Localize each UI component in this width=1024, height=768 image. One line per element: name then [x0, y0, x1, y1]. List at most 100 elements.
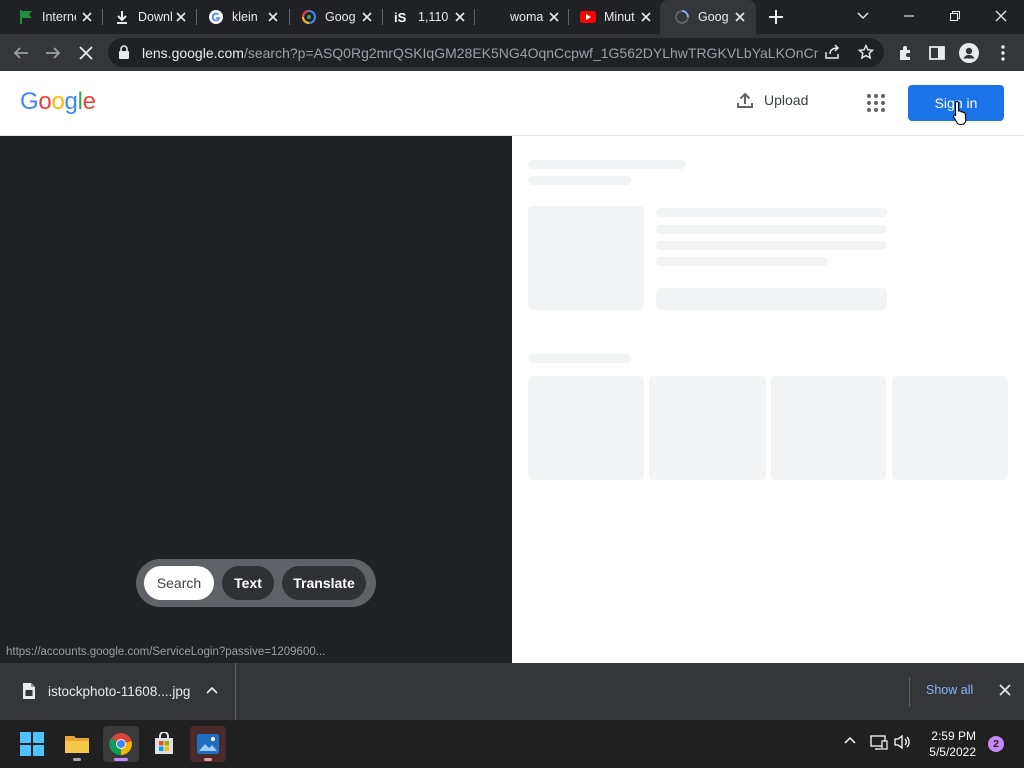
arrow-left-icon [13, 47, 28, 59]
browser-tab-active[interactable]: Goog [660, 0, 756, 34]
browser-tab[interactable]: Goog [289, 0, 381, 34]
close-window-button[interactable] [978, 0, 1024, 32]
chevron-up-icon[interactable] [843, 734, 857, 753]
browser-tab[interactable]: iS 1,110 [382, 0, 474, 34]
chevron-down-icon [857, 12, 869, 19]
avatar-icon [959, 43, 979, 63]
download-shelf: istockphoto-11608....jpg Show all [0, 663, 1024, 720]
tab-close-icon[interactable] [173, 9, 189, 25]
google-header: Google Upload Sign in [0, 71, 1024, 136]
skeleton-card [649, 376, 766, 480]
forward-button[interactable] [40, 40, 66, 66]
browser-tab[interactable]: Interne [0, 0, 102, 34]
side-panel-icon [929, 46, 945, 60]
skeleton-line [656, 241, 887, 250]
address-bar[interactable]: lens.google.com/search?p=ASQ0Rg2mrQSKIqG… [108, 38, 884, 67]
stop-loading-button[interactable] [73, 40, 99, 66]
plus-icon [769, 10, 783, 24]
chrome-taskbar-icon[interactable] [103, 726, 139, 762]
image-file-icon [22, 682, 36, 705]
upload-icon [737, 92, 753, 108]
arrow-right-icon [46, 47, 61, 59]
side-panel-button[interactable] [924, 40, 950, 66]
profile-button[interactable] [956, 40, 982, 66]
download-item[interactable]: istockphoto-11608....jpg [0, 663, 236, 720]
chrome-menu-button[interactable] [990, 40, 1016, 66]
browser-tab[interactable]: Minut [568, 0, 660, 34]
google-g-icon [208, 9, 224, 25]
browser-tab[interactable]: woma [474, 0, 568, 34]
mode-translate-button[interactable]: Translate [282, 566, 366, 600]
blank-icon [486, 9, 502, 25]
url-text[interactable]: lens.google.com/search?p=ASQ0Rg2mrQSKIqG… [142, 45, 818, 61]
browser-tab[interactable]: klein [196, 0, 288, 34]
windows-start-icon[interactable] [14, 726, 50, 762]
bookmark-star-icon[interactable] [857, 43, 875, 65]
tab-close-icon[interactable] [265, 9, 281, 25]
skeleton-card [528, 376, 644, 480]
photos-app-icon[interactable] [190, 726, 226, 762]
svg-text:iS: iS [394, 10, 407, 25]
status-bar-url: https://accounts.google.com/ServiceLogin… [0, 644, 332, 663]
new-tab-button[interactable] [766, 7, 786, 27]
minimize-button[interactable] [886, 0, 932, 32]
skeleton-line [656, 257, 828, 266]
notification-badge[interactable]: 2 [988, 736, 1004, 752]
browser-tab[interactable]: Downlo [102, 0, 196, 34]
tab-close-icon[interactable] [79, 9, 95, 25]
skeleton-line [656, 208, 887, 217]
tab-search-button[interactable] [840, 0, 886, 32]
tab-close-icon[interactable] [359, 9, 375, 25]
google-logo[interactable]: Google [20, 88, 96, 116]
minimize-icon [904, 15, 914, 17]
show-all-downloads-link[interactable]: Show all [926, 683, 973, 697]
tab-close-icon[interactable] [546, 9, 562, 25]
file-explorer-icon[interactable] [59, 726, 95, 762]
back-button[interactable] [8, 40, 34, 66]
restore-icon [950, 11, 960, 21]
download-icon [114, 9, 130, 25]
network-icon[interactable] [870, 734, 888, 755]
browser-toolbar: lens.google.com/search?p=ASQ0Rg2mrQSKIqG… [0, 34, 1024, 71]
tab-close-icon[interactable] [452, 9, 468, 25]
lock-icon[interactable] [118, 45, 130, 65]
tab-close-icon[interactable] [638, 9, 654, 25]
mode-text-button[interactable]: Text [222, 566, 274, 600]
chevron-up-icon[interactable] [204, 683, 220, 704]
skeleton-line [656, 225, 887, 234]
taskbar-clock[interactable]: 2:59 PM 5/5/2022 [918, 728, 976, 760]
google-lens-icon [301, 9, 317, 25]
stop-icon [79, 46, 93, 60]
google-apps-icon[interactable] [866, 93, 886, 113]
skeleton-line [656, 288, 887, 310]
kebab-menu-icon [1001, 45, 1005, 61]
skeleton-card [892, 376, 1008, 480]
lens-mode-switcher: Search Text Translate [136, 559, 376, 607]
mode-search-button[interactable]: Search [144, 566, 214, 600]
clock-time: 2:59 PM [931, 729, 976, 743]
istock-icon: iS [394, 9, 410, 25]
loading-spinner-icon [674, 9, 690, 25]
youtube-icon [580, 9, 596, 25]
skeleton-thumbnail [528, 206, 644, 310]
puzzle-icon [900, 46, 910, 60]
volume-icon[interactable] [894, 734, 912, 755]
skeleton-line [528, 176, 631, 185]
lens-results-pane [512, 136, 1024, 663]
close-icon [995, 10, 1007, 22]
restore-button[interactable] [932, 0, 978, 32]
green-flag-icon [18, 9, 34, 25]
extensions-button[interactable] [893, 40, 919, 66]
share-icon[interactable] [824, 44, 842, 65]
lens-image-pane[interactable]: Search Text Translate [0, 136, 512, 663]
skeleton-line [528, 354, 631, 363]
skeleton-line [528, 160, 686, 169]
close-shelf-icon[interactable] [998, 683, 1012, 702]
windows-taskbar: 2:59 PM 5/5/2022 2 [0, 720, 1024, 768]
hand-pointer-cursor-icon [952, 100, 970, 131]
skeleton-card [771, 376, 886, 480]
tab-close-icon[interactable] [732, 9, 748, 25]
clock-date: 5/5/2022 [929, 745, 976, 759]
microsoft-store-icon[interactable] [146, 726, 182, 762]
upload-button[interactable]: Upload [736, 91, 808, 109]
